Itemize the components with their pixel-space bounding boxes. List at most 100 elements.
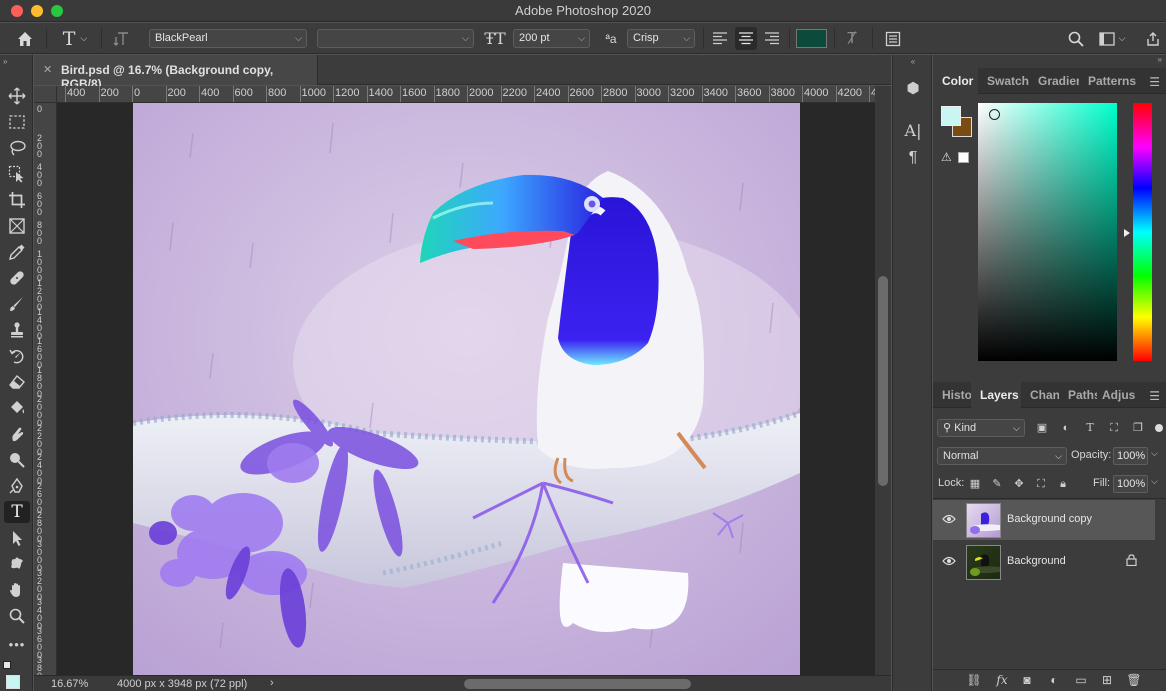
more-tools[interactable]: •••: [4, 633, 30, 655]
align-right-button[interactable]: [761, 23, 783, 54]
filter-smart-object-icon[interactable]: ❐: [1130, 420, 1146, 436]
search-button[interactable]: [1064, 23, 1088, 54]
fill-field[interactable]: 100%: [1113, 475, 1148, 493]
lock-position-icon[interactable]: ✥: [1011, 476, 1027, 492]
layer-filter-kind-select[interactable]: ⚲ Kind ⌵: [937, 419, 1025, 437]
dodge-tool[interactable]: [4, 449, 30, 471]
tab-history[interactable]: Histo: [933, 382, 971, 408]
tab-layers[interactable]: Layers: [971, 382, 1021, 408]
share-button[interactable]: [1142, 23, 1164, 54]
color-picker-cursor[interactable]: [989, 109, 1000, 120]
lock-artboard-icon[interactable]: ⛶: [1033, 476, 1049, 492]
layer-name[interactable]: Background: [1007, 555, 1066, 567]
history-brush-tool[interactable]: [4, 345, 30, 367]
tab-channels[interactable]: Chan: [1021, 382, 1059, 408]
new-layer-icon[interactable]: ⊞: [1098, 673, 1116, 689]
align-left-button[interactable]: [709, 23, 731, 54]
layer-name[interactable]: Background copy: [1007, 513, 1092, 525]
tab-color[interactable]: Color: [933, 68, 978, 94]
ruler-origin[interactable]: [34, 86, 57, 103]
path-select-tool[interactable]: [4, 527, 30, 549]
antialias-select[interactable]: Crisp ⌵: [627, 29, 695, 48]
filter-toggle-icon[interactable]: [1155, 424, 1163, 432]
lock-image-icon[interactable]: ✎: [989, 476, 1005, 492]
panel-menu-icon[interactable]: ☰: [1149, 75, 1160, 89]
collapse-panels-icon[interactable]: »: [933, 55, 1166, 67]
filter-adjustment-icon[interactable]: ◐: [1058, 420, 1074, 436]
eraser-tool[interactable]: [4, 371, 30, 393]
hue-slider[interactable]: [1133, 103, 1152, 361]
workspace-switcher[interactable]: ⌵: [1094, 23, 1130, 54]
tab-adjustments[interactable]: Adjus: [1093, 382, 1137, 408]
vertical-scrollbar[interactable]: [875, 86, 891, 675]
new-group-icon[interactable]: ▭: [1072, 673, 1090, 689]
type-tool[interactable]: T: [4, 501, 30, 523]
close-icon[interactable]: ✕: [43, 63, 52, 76]
canvas-area[interactable]: [57, 103, 875, 675]
eyedropper-tool[interactable]: [4, 241, 30, 263]
tab-gradients[interactable]: Gradien: [1029, 68, 1079, 94]
hue-slider-marker[interactable]: [1124, 229, 1130, 237]
layer-row[interactable]: Background copy: [933, 500, 1155, 540]
default-colors-icon[interactable]: [3, 661, 11, 669]
move-tool[interactable]: [4, 85, 30, 107]
opacity-field[interactable]: 100%: [1113, 447, 1148, 465]
vertical-scroll-thumb[interactable]: [878, 276, 888, 486]
color-field[interactable]: [978, 103, 1117, 361]
hand-tool[interactable]: [4, 579, 30, 601]
character-panel-button[interactable]: [881, 23, 905, 54]
paragraph-panel-button[interactable]: ¶: [901, 147, 925, 169]
text-orientation-button[interactable]: [109, 23, 135, 54]
paint-bucket-tool[interactable]: [4, 397, 30, 419]
lock-transparent-icon[interactable]: ▦: [967, 476, 983, 492]
visibility-eye-icon[interactable]: [942, 514, 956, 526]
text-color-swatch[interactable]: [796, 29, 827, 48]
shape-tool[interactable]: [4, 553, 30, 575]
add-mask-icon[interactable]: ◙: [1018, 673, 1036, 689]
warp-text-button[interactable]: Ⱦ: [840, 23, 864, 54]
filter-type-icon[interactable]: T: [1082, 420, 1098, 436]
foreground-color-swatch[interactable]: [6, 675, 20, 689]
brush-tool[interactable]: [4, 293, 30, 315]
blend-mode-select[interactable]: Normal ⌵: [937, 447, 1067, 465]
object-select-tool[interactable]: [4, 163, 30, 185]
smudge-tool[interactable]: [4, 423, 30, 445]
healing-brush-tool[interactable]: [4, 267, 30, 289]
chevron-down-icon[interactable]: ⌵: [1151, 476, 1158, 487]
tab-patterns[interactable]: Patterns: [1079, 68, 1139, 94]
layer-row[interactable]: Background: [933, 542, 1155, 582]
lock-all-icon[interactable]: 🔒︎: [1055, 476, 1071, 492]
vertical-ruler[interactable]: 0 200 400 600 800 1000 1200 1400 1600 1800 2000 220…: [34, 103, 57, 675]
clone-stamp-tool[interactable]: [4, 319, 30, 341]
tab-swatches[interactable]: Swatche: [978, 68, 1029, 94]
font-family-select[interactable]: BlackPearl ⌵: [149, 29, 307, 48]
document-tab[interactable]: ✕ Bird.psd @ 16.7% (Background copy, RGB…: [34, 55, 318, 91]
frame-tool[interactable]: [4, 215, 30, 237]
collapse-icon[interactable]: »: [3, 57, 7, 66]
foreground-color-chip[interactable]: [941, 106, 961, 126]
tool-preset-picker[interactable]: T ⌵: [55, 23, 95, 54]
font-size-select[interactable]: 200 pt ⌵: [513, 29, 590, 48]
filter-shape-icon[interactable]: ⛶: [1106, 420, 1122, 436]
pen-tool[interactable]: [4, 475, 30, 497]
marquee-tool[interactable]: [4, 111, 30, 133]
gamut-warning-icon[interactable]: ⚠: [941, 150, 955, 164]
lasso-tool[interactable]: [4, 137, 30, 159]
character-panel-button[interactable]: A|: [901, 119, 925, 141]
status-menu-arrow-icon[interactable]: ›: [270, 677, 274, 689]
layer-style-fx-icon[interactable]: fx: [993, 673, 1011, 689]
link-layers-icon[interactable]: ⛓: [965, 673, 983, 689]
align-center-button[interactable]: [735, 27, 757, 50]
zoom-level[interactable]: 16.67%: [51, 678, 88, 690]
expand-dock-icon[interactable]: «: [893, 57, 933, 67]
font-style-select[interactable]: ⌵: [317, 29, 474, 48]
filter-pixel-icon[interactable]: ▣: [1034, 420, 1050, 436]
visibility-eye-icon[interactable]: [942, 556, 956, 568]
delete-layer-icon[interactable]: 🗑︎: [1125, 673, 1143, 689]
web-safe-color-chip[interactable]: [958, 152, 969, 163]
tab-paths[interactable]: Paths: [1059, 382, 1097, 408]
chevron-down-icon[interactable]: ⌵: [1151, 448, 1158, 459]
panel-menu-icon[interactable]: ☰: [1149, 389, 1160, 403]
libraries-panel-button[interactable]: ⬢: [901, 77, 925, 99]
horizontal-scroll-thumb[interactable]: [464, 679, 691, 689]
